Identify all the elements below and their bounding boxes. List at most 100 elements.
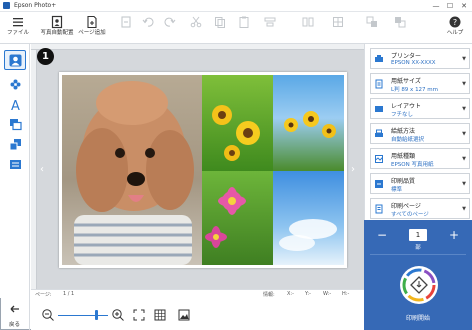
paper-source-icon [375,129,383,137]
print-quality-title: 印刷品質 [391,178,416,185]
print-page-setting[interactable]: 印刷ページ すべてのページ ▼ [370,198,470,219]
paper-size-setting[interactable]: 用紙サイズ L判 89 x 127 mm ▼ [370,73,470,94]
paper-source-setting[interactable]: 給紙方法 自動給紙選択 ▼ [370,123,470,144]
copy-icon [215,17,225,28]
file-menu-label: ファイル [6,30,29,36]
add-page-icon [87,15,97,29]
print-quality-icon [375,180,383,188]
page-label: ページ: [35,292,52,298]
chevron-down-icon: ▼ [462,106,466,112]
zoom-bar [31,299,364,330]
close-button[interactable]: ✕ [458,1,470,11]
chevron-down-icon: ▼ [462,56,466,62]
copies-unit-label: 部 [415,245,421,251]
vertical-ruler [31,50,37,289]
zoom-slider-track[interactable] [58,315,108,316]
sky-photo[interactable] [273,171,344,265]
photo-tool-button[interactable] [4,50,26,70]
paper-type-setting[interactable]: 用紙種類 EPSON 写真用紙 ▼ [370,148,470,169]
stamp-tool-button[interactable] [4,74,26,94]
maximize-button[interactable]: ☐ [444,1,456,11]
grid-arrange-button[interactable] [330,14,346,42]
sunflower-icon [212,105,260,161]
help-button[interactable]: ? ヘルプ [444,14,466,42]
prev-page-arrow-icon[interactable]: ‹ [40,164,44,175]
text-tool-button[interactable]: A [4,94,26,114]
dog-image-icon [74,81,194,265]
photo-auto-arrange-label: 写真自動配置 [40,30,74,36]
redo-button[interactable] [162,14,178,42]
status-bar: ページ: 1 / 1 情報: X:- Y:- W:- H:- [31,289,364,299]
paste-button[interactable] [236,14,252,42]
grid-icon [333,17,343,27]
align-button[interactable] [262,14,278,42]
print-paper [59,72,347,268]
zoom-slider-thumb[interactable] [95,310,98,320]
svg-text:A: A [11,99,20,111]
zoom-in-icon[interactable] [111,308,125,322]
minimize-button[interactable]: — [430,1,442,11]
distribute-button[interactable] [300,14,316,42]
back-button[interactable]: 戻る [0,298,30,330]
cut-button[interactable] [188,14,204,42]
sunflower-photo-2[interactable] [273,75,344,171]
chevron-down-icon: ▼ [462,81,466,87]
help-icon: ? [449,16,461,28]
grid-toggle-icon[interactable] [153,308,167,322]
copies-decrement-button[interactable]: − [374,228,390,242]
paper-source-value: 自動給紙選択 [391,137,425,143]
sunflower-photo-1[interactable] [202,75,273,171]
frame-tool-button[interactable] [4,114,26,134]
info-label: 情報: [263,292,275,298]
print-start-button[interactable] [400,266,438,304]
add-page-label: ページ追加 [78,30,106,36]
redo-icon [164,17,176,27]
left-tool-rail: A [0,44,30,298]
delete-page-icon [121,16,131,28]
copies-increment-button[interactable]: + [446,228,462,242]
paper-source-title: 給紙方法 [391,128,416,135]
layer-front-icon [366,16,377,27]
height-value: H:- [342,291,350,297]
undo-button[interactable] [140,14,156,42]
flower-icon [10,79,20,89]
callout-number: 1 [37,48,54,65]
title-bar: Epson Photo+ — ☐ ✕ [0,0,472,12]
chevron-down-icon: ▼ [462,156,466,162]
back-arrow-icon [10,305,19,313]
file-menu-button[interactable]: ファイル [6,14,30,42]
zoom-out-icon[interactable] [41,308,55,322]
delete-page-button[interactable] [118,14,134,42]
photo-auto-arrange-button[interactable]: 写真自動配置 [38,14,76,42]
next-page-arrow-icon[interactable]: › [351,164,355,175]
layout-setting[interactable]: レイアウト フチなし ▼ [370,98,470,119]
printer-setting[interactable]: プリンター EPSON XX-XXXX ▼ [370,48,470,69]
pink-flower-icon [205,187,246,248]
back-label: 戻る [8,322,20,328]
add-page-button[interactable]: ページ追加 [78,14,106,42]
horizontal-ruler [31,44,364,50]
fit-screen-icon[interactable] [132,308,146,322]
print-panel: − 1 + 部 印刷開始 [364,220,472,330]
text-a-icon: A [11,99,20,111]
layout-value: フチなし [391,112,414,118]
layer-back-icon [395,17,406,28]
cut-icon [190,16,202,28]
paper-size-title: 用紙サイズ [391,78,421,85]
image-preview-icon[interactable] [177,308,191,322]
background-icon [9,138,21,150]
layout-icon [375,106,383,112]
panel-divider [370,254,466,255]
copy-button[interactable] [212,14,228,42]
send-back-button[interactable] [392,14,408,42]
adjust-tool-button[interactable] [4,154,26,174]
chevron-down-icon: ▼ [462,206,466,212]
print-page-value: すべてのページ [391,212,429,218]
copies-input[interactable]: 1 [409,229,427,241]
dog-photo[interactable] [62,75,202,265]
background-tool-button[interactable] [4,134,26,154]
printer-value: EPSON XX-XXXX [391,60,436,66]
bring-front-button[interactable] [364,14,380,42]
pink-flower-photo[interactable] [202,171,273,265]
print-quality-setting[interactable]: 印刷品質 標準 ▼ [370,173,470,194]
